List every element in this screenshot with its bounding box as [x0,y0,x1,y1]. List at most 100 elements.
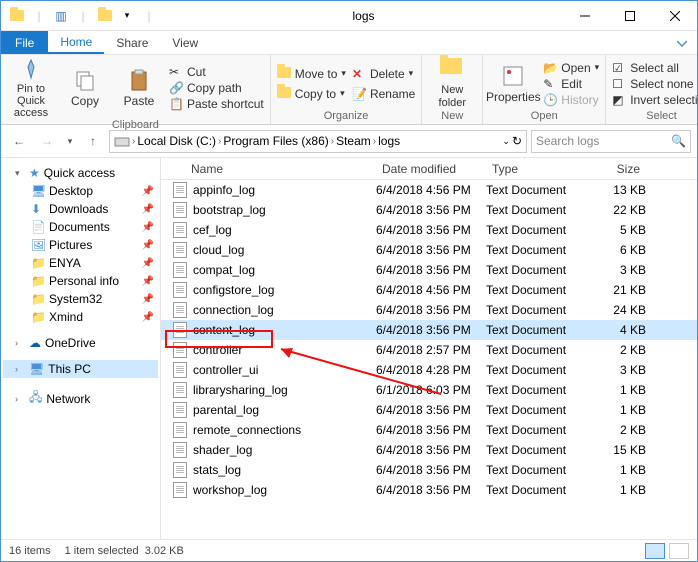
column-type[interactable]: Type [486,162,586,176]
close-button[interactable] [652,1,697,31]
breadcrumb[interactable]: › Local Disk (C:)› Program Files (x86)› … [109,130,527,153]
file-list: Name Date modified Type Size appinfo_log… [161,158,697,539]
copy-button[interactable]: Copy [61,57,109,119]
window-title: logs [165,9,562,23]
ribbon-group-open: Properties 📂Open▾ ✎Edit 🕒History Open [483,55,606,124]
breadcrumb-segment[interactable]: Local Disk (C:)› [137,134,221,148]
search-icon: 🔍 [671,134,686,148]
column-date[interactable]: Date modified [376,162,486,176]
open-button[interactable]: 📂Open▾ [543,61,599,75]
file-row[interactable]: cloud_log6/4/2018 3:56 PMText Document6 … [161,240,697,260]
thumbnails-view-button[interactable] [669,543,689,559]
select-all-button[interactable]: ☑Select all [612,61,698,75]
history-button[interactable]: 🕒History [543,93,599,107]
open-icon: 📂 [543,61,557,75]
breadcrumb-segment[interactable]: Steam› [336,134,376,148]
refresh-button[interactable]: ↻ [512,134,522,148]
delete-button[interactable]: ✕Delete▾ [352,67,415,81]
sidebar-item[interactable]: 📄Documents📌 [3,218,158,236]
file-row[interactable]: configstore_log6/4/2018 4:56 PMText Docu… [161,280,697,300]
file-row[interactable]: connection_log6/4/2018 3:56 PMText Docum… [161,300,697,320]
address-dropdown[interactable]: ⌄ [502,136,510,147]
column-name[interactable]: Name [161,162,376,176]
qat-separator: | [31,8,47,24]
file-icon [173,242,187,258]
file-type: Text Document [486,403,586,417]
recent-dropdown[interactable]: ▾ [63,129,77,153]
tab-share[interactable]: Share [104,31,160,54]
qat-dropdown-icon[interactable] [97,8,113,24]
sidebar-item[interactable]: 📁Xmind📌 [3,308,158,326]
tab-file[interactable]: File [1,31,48,54]
file-row[interactable]: controller6/4/2018 2:57 PMText Document2… [161,340,697,360]
sidebar-item[interactable]: 📁Personal info📌 [3,272,158,290]
file-date: 6/4/2018 3:56 PM [376,303,486,317]
sidebar-item[interactable]: 📁ENYA📌 [3,254,158,272]
sidebar-item[interactable]: 🖥Desktop📌 [3,182,158,200]
back-button[interactable]: ← [7,129,31,153]
ribbon-group-select: ☑Select all ☐Select none ◩Invert selecti… [606,55,698,124]
properties-button[interactable]: Properties [489,57,537,110]
pin-icon: 📌 [142,240,154,251]
search-input[interactable]: Search logs 🔍 [531,130,691,153]
tab-view[interactable]: View [160,31,210,54]
sidebar-network[interactable]: ›🖧Network [3,386,158,411]
cut-button[interactable]: ✂Cut [169,65,264,79]
file-date: 6/1/2018 6:03 PM [376,383,486,397]
file-row[interactable]: content_log6/4/2018 3:56 PMText Document… [161,320,697,340]
rename-button[interactable]: 📝Rename [352,87,415,101]
file-size: 2 KB [586,423,646,437]
new-folder-button[interactable]: New folder [428,57,476,110]
minimize-button[interactable] [562,1,607,31]
edit-button[interactable]: ✎Edit [543,77,599,91]
file-row[interactable]: parental_log6/4/2018 3:56 PMText Documen… [161,400,697,420]
sidebar-item[interactable]: 📁System32📌 [3,290,158,308]
file-name: cloud_log [193,243,244,257]
chevron-down-icon[interactable]: ▾ [119,8,135,24]
maximize-button[interactable] [607,1,652,31]
file-type: Text Document [486,283,586,297]
select-none-button[interactable]: ☐Select none [612,77,698,91]
up-button[interactable]: ↑ [81,129,105,153]
paste-shortcut-button[interactable]: 📋Paste shortcut [169,97,264,111]
breadcrumb-segment[interactable]: logs [378,134,400,148]
sidebar-item[interactable]: ⬇Downloads📌 [3,200,158,218]
invert-selection-button[interactable]: ◩Invert selection [612,93,698,107]
sidebar-onedrive[interactable]: ›☁OneDrive [3,334,158,352]
forward-button[interactable]: → [35,129,59,153]
history-icon: 🕒 [543,93,557,107]
properties-icon[interactable]: ▥ [53,8,69,24]
file-date: 6/4/2018 4:56 PM [376,183,486,197]
file-row[interactable]: workshop_log6/4/2018 3:56 PMText Documen… [161,480,697,500]
copy-to-button[interactable]: Copy to▾ [277,87,346,101]
sidebar-quick-access[interactable]: ▾★Quick access [3,164,158,182]
file-row[interactable]: cef_log6/4/2018 3:56 PMText Document5 KB [161,220,697,240]
ribbon-collapse-button[interactable] [667,31,697,54]
file-date: 6/4/2018 3:56 PM [376,323,486,337]
onedrive-icon: ☁ [29,336,41,350]
folder-icon: 📁 [31,274,45,288]
pin-quick-access-button[interactable]: Pin to Quick access [7,57,55,119]
sidebar-this-pc[interactable]: ›🖥This PC [3,360,158,378]
file-row[interactable]: appinfo_log6/4/2018 4:56 PMText Document… [161,180,697,200]
file-row[interactable]: controller_ui6/4/2018 4:28 PMText Docume… [161,360,697,380]
file-row[interactable]: bootstrap_log6/4/2018 3:56 PMText Docume… [161,200,697,220]
column-size[interactable]: Size [586,162,646,176]
paste-button[interactable]: Paste [115,57,163,119]
move-to-button[interactable]: Move to▾ [277,67,346,81]
file-row[interactable]: remote_connections6/4/2018 3:56 PMText D… [161,420,697,440]
file-row[interactable]: stats_log6/4/2018 3:56 PMText Document1 … [161,460,697,480]
file-row[interactable]: librarysharing_log6/1/2018 6:03 PMText D… [161,380,697,400]
file-date: 6/4/2018 3:56 PM [376,443,486,457]
copy-path-button[interactable]: 🔗Copy path [169,81,264,95]
breadcrumb-segment[interactable]: Program Files (x86)› [223,134,334,148]
file-row[interactable]: shader_log6/4/2018 3:56 PMText Document1… [161,440,697,460]
sidebar-item[interactable]: 🖼Pictures📌 [3,236,158,254]
folder-icon: 📄 [31,220,45,234]
tab-home[interactable]: Home [48,31,104,54]
column-headers: Name Date modified Type Size [161,158,697,180]
file-size: 1 KB [586,383,646,397]
file-row[interactable]: compat_log6/4/2018 3:56 PMText Document3… [161,260,697,280]
file-type: Text Document [486,223,586,237]
details-view-button[interactable] [645,543,665,559]
